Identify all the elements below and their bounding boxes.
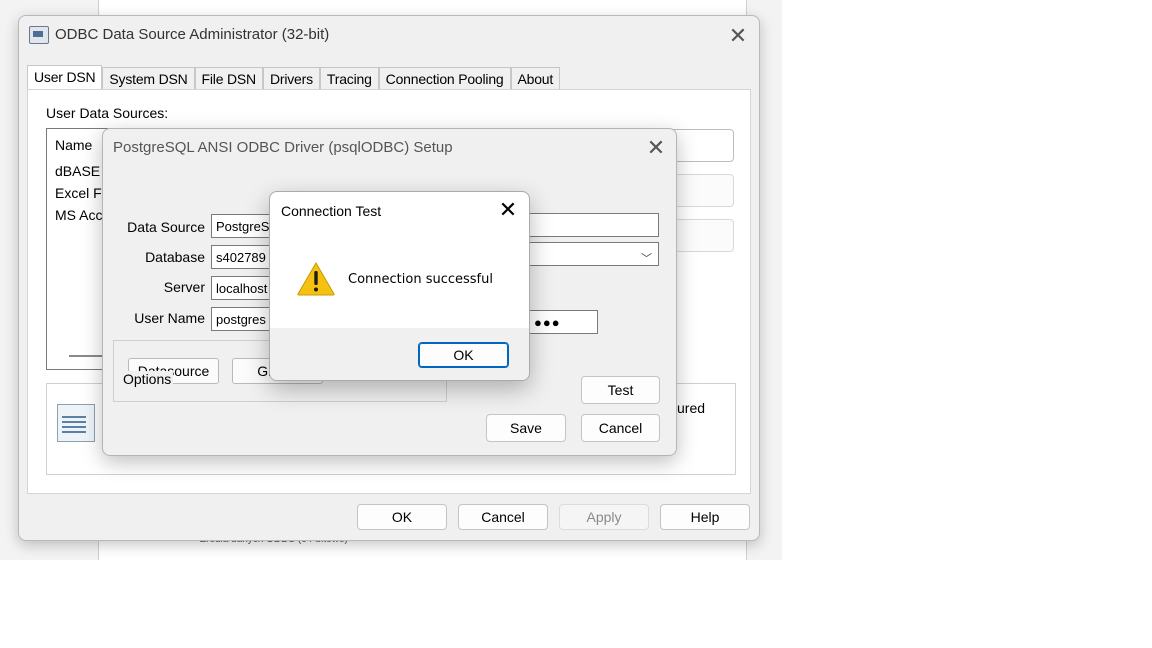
save-button[interactable]: Save	[486, 414, 566, 442]
info-text: ured	[677, 400, 706, 416]
tab-user-dsn[interactable]: User DSN	[27, 65, 103, 90]
password-input[interactable]: ●●●	[529, 310, 598, 334]
test-button[interactable]: Test	[581, 376, 660, 404]
warning-icon	[297, 262, 335, 296]
connection-test-message: Connection successful	[348, 272, 493, 287]
setup-close-button[interactable]: ✕	[643, 135, 669, 161]
admin-close-button[interactable]: ✕	[725, 23, 751, 49]
options-label: Options	[121, 371, 174, 387]
list-header-name[interactable]: Name	[55, 137, 92, 153]
tab-about[interactable]: About	[510, 67, 561, 90]
msgbox-ok-button[interactable]: OK	[418, 342, 509, 368]
connection-test-title: Connection Test	[281, 203, 382, 219]
ok-button[interactable]: OK	[357, 504, 447, 530]
tab-system-dsn[interactable]: System DSN	[102, 67, 195, 90]
ssl-mode-select[interactable]: ﹀	[529, 242, 659, 266]
database-label: Database	[145, 249, 205, 265]
server-label: Server	[163, 279, 205, 295]
setup-dialog-title: PostgreSQL ANSI ODBC Driver (psqlODBC) S…	[113, 139, 453, 156]
tab-tracing[interactable]: Tracing	[319, 67, 379, 90]
description-input[interactable]	[529, 213, 659, 237]
connection-test-dialog: Connection Test ✕ Connection successful …	[269, 191, 530, 381]
tab-connection-pooling[interactable]: Connection Pooling	[378, 67, 511, 90]
msgbox-footer: OK	[270, 328, 529, 380]
tab-drivers[interactable]: Drivers	[262, 67, 320, 90]
odbc-app-icon	[29, 26, 49, 44]
msgbox-close-button[interactable]: ✕	[496, 198, 520, 222]
help-button[interactable]: Help	[660, 504, 750, 530]
admin-window-title: ODBC Data Source Administrator (32-bit)	[55, 26, 330, 43]
cancel-button[interactable]: Cancel	[458, 504, 548, 530]
data-source-label: Data Source	[127, 219, 205, 235]
tab-strip: User DSN System DSN File DSN Drivers Tra…	[27, 65, 561, 90]
data-source-info-icon	[57, 404, 95, 442]
tab-file-dsn[interactable]: File DSN	[194, 67, 263, 90]
chevron-down-icon: ﹀	[641, 253, 652, 265]
user-name-label: User Name	[134, 310, 205, 326]
apply-button[interactable]: Apply	[559, 504, 649, 530]
setup-cancel-button[interactable]: Cancel	[581, 414, 660, 442]
admin-titlebar[interactable]: ODBC Data Source Administrator (32-bit) …	[19, 16, 759, 56]
admin-button-row: OK Cancel Apply Help	[19, 504, 759, 534]
user-data-sources-label: User Data Sources:	[46, 105, 169, 121]
